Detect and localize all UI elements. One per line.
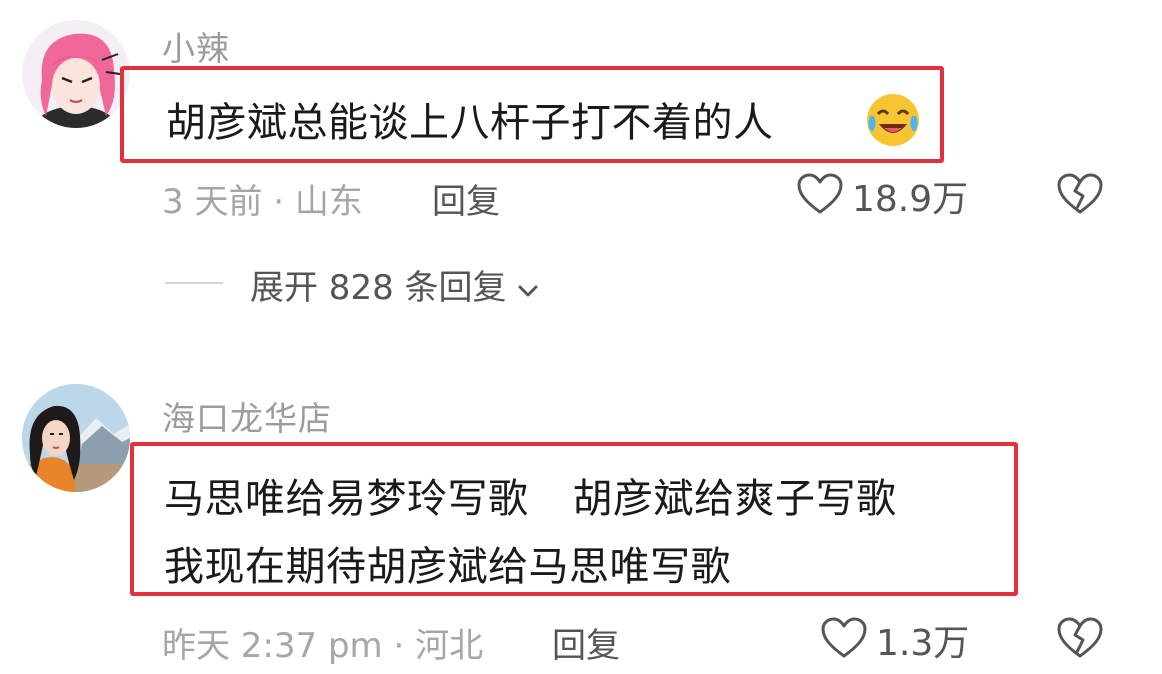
expand-replies-row: 展开 828 条回复: [0, 256, 1162, 310]
comment-meta: 昨天 2:37 pm · 河北: [162, 626, 484, 666]
heart-icon: [796, 172, 844, 220]
broken-heart-icon: [1056, 173, 1104, 220]
reply-button[interactable]: 回复: [432, 174, 500, 223]
comment-text-line: 我现在期待胡彦斌给马思唯写歌: [164, 544, 731, 590]
comment-text-segment: 胡彦斌给爽子写歌: [572, 476, 897, 522]
comment-text-segment: 马思唯给易梦玲写歌: [164, 476, 529, 522]
comment-username[interactable]: 小辣: [162, 22, 230, 70]
comment-username[interactable]: 海口龙华店: [162, 392, 332, 440]
like-button[interactable]: 1.3万: [820, 614, 969, 666]
avatar[interactable]: [22, 20, 130, 128]
expand-replies-button[interactable]: 展开 828 条回复: [250, 260, 539, 309]
crying-laughing-emoji-icon: [864, 90, 922, 148]
comment-text: 胡彦斌总能谈上八杆子打不着的人: [166, 100, 774, 146]
avatar[interactable]: [22, 384, 130, 492]
expand-replies-label: 展开 828 条回复: [250, 268, 507, 308]
like-count: 18.9万: [852, 179, 969, 220]
broken-heart-icon: [1056, 617, 1104, 664]
reply-button[interactable]: 回复: [552, 618, 620, 667]
comment-item: 海口龙华店 马思唯给易梦玲写歌 胡彦斌给爽子写歌 我现在期待胡彦斌给马思唯写歌 昨…: [0, 370, 1162, 674]
dislike-button[interactable]: [1056, 172, 1104, 220]
comment-meta: 3 天前 · 山东: [162, 182, 363, 222]
comment-text-line: 马思唯给易梦玲写歌 胡彦斌给爽子写歌: [164, 466, 897, 524]
dislike-button[interactable]: [1056, 616, 1104, 664]
heart-icon: [820, 616, 868, 664]
like-button[interactable]: 18.9万: [796, 170, 968, 222]
divider: [165, 282, 223, 284]
highlight-box: 胡彦斌总能谈上八杆子打不着的人: [120, 66, 944, 163]
chevron-down-icon: [517, 267, 539, 307]
like-count: 1.3万: [876, 623, 970, 664]
highlight-box: 马思唯给易梦玲写歌 胡彦斌给爽子写歌 我现在期待胡彦斌给马思唯写歌: [130, 442, 1018, 596]
comment-item: 小辣 胡彦斌总能谈上八杆子打不着的人 3 天前 · 山东 回复 18.9万 展开…: [0, 0, 1162, 330]
